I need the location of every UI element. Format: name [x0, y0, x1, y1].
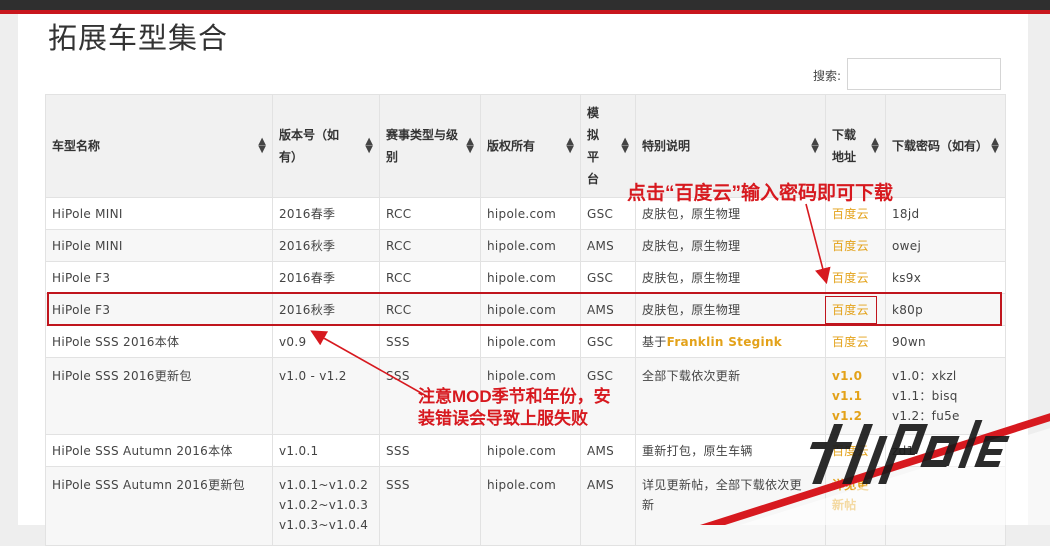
hipole-watermark-logo — [700, 413, 1050, 525]
arrow-to-download — [805, 203, 831, 285]
arrow-to-version — [310, 330, 431, 399]
